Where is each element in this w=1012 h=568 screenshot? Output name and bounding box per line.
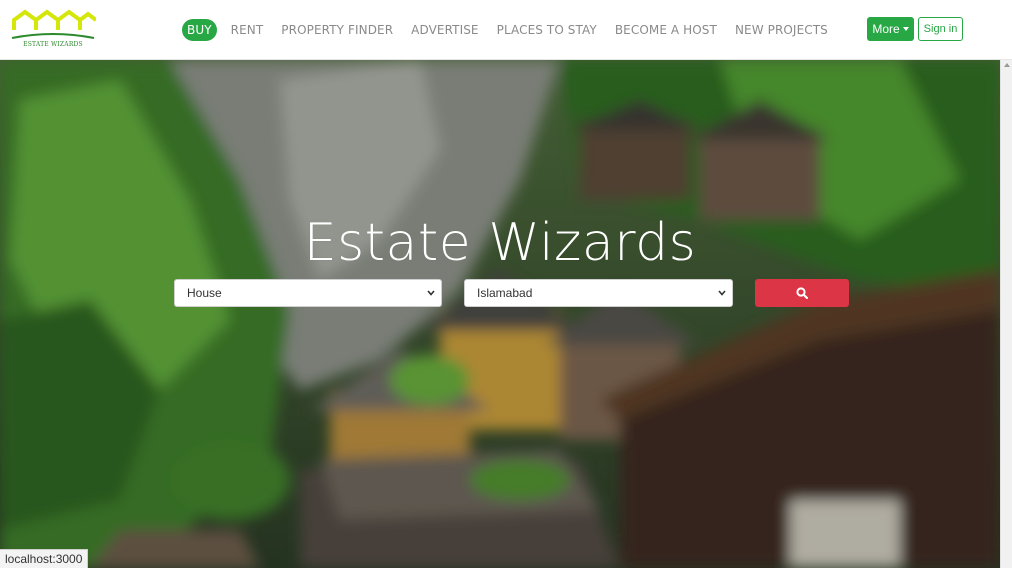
scroll-up-arrow-icon[interactable]	[1004, 63, 1010, 67]
hero-section: Estate Wizards House Islamabad	[0, 60, 1000, 568]
property-type-select[interactable]: House	[174, 279, 442, 307]
nav-item-advertise[interactable]: ADVERTISE	[411, 19, 478, 41]
more-dropdown-button[interactable]: More	[867, 17, 914, 41]
more-label: More	[872, 22, 900, 36]
city-select[interactable]: Islamabad	[464, 279, 733, 307]
main-nav: BUY RENT PROPERTY FINDER ADVERTISE PLACE…	[182, 19, 846, 41]
property-type-value: House	[187, 286, 222, 300]
nav-item-places-to-stay[interactable]: PLACES TO STAY	[497, 19, 597, 41]
status-bar-url: localhost:3000	[0, 549, 89, 568]
sign-in-button[interactable]: Sign in	[918, 17, 963, 41]
hero-background-image	[0, 60, 1000, 568]
chevron-down-icon	[427, 290, 435, 296]
nav-item-new-projects[interactable]: NEW PROJECTS	[735, 19, 828, 41]
city-value: Islamabad	[477, 286, 533, 300]
nav-item-buy[interactable]: BUY	[182, 19, 217, 41]
logo-wordmark: ESTATE WIZARDS	[23, 41, 83, 48]
caret-down-icon	[902, 27, 909, 31]
search-button[interactable]	[755, 279, 849, 307]
nav-item-property-finder[interactable]: PROPERTY FINDER	[281, 19, 393, 41]
chevron-down-icon	[718, 290, 726, 296]
top-navbar: ESTATE WIZARDS BUY RENT PROPERTY FINDER …	[0, 0, 1012, 60]
nav-item-become-a-host[interactable]: BECOME A HOST	[615, 19, 717, 41]
hero-title: Estate Wizards	[303, 213, 697, 273]
brand-logo[interactable]: ESTATE WIZARDS	[10, 8, 98, 52]
page-scrollbar[interactable]	[1000, 60, 1012, 568]
nav-item-rent[interactable]: RENT	[231, 19, 264, 41]
search-icon	[796, 287, 808, 299]
